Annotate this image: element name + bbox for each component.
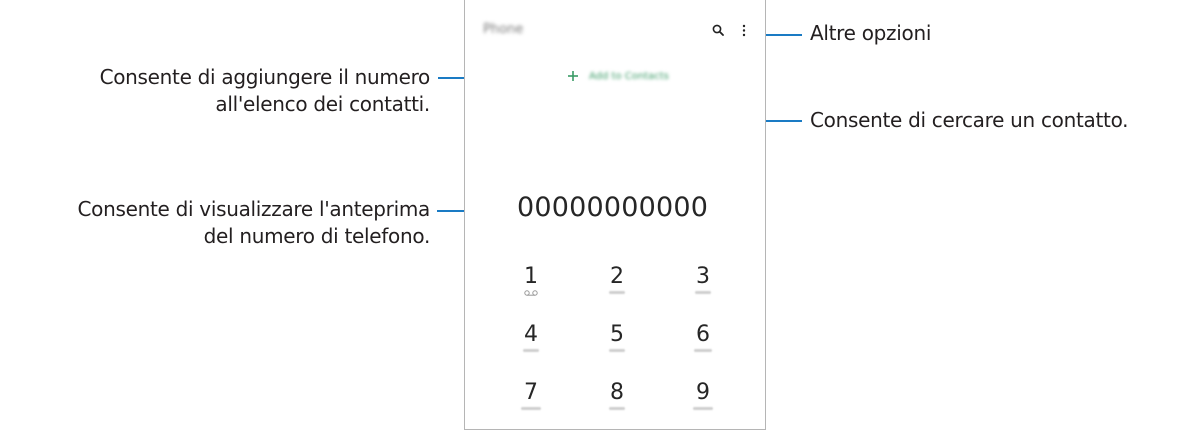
key-8[interactable]: 8 [597, 380, 637, 410]
plus-icon [568, 71, 578, 81]
app-title: Phone [483, 22, 524, 37]
key-letters [694, 349, 712, 352]
phone-number-preview: 00000000000 [517, 192, 709, 223]
key-digit: 9 [696, 380, 710, 405]
more-options-icon[interactable] [741, 24, 747, 37]
key-6[interactable]: 6 [683, 322, 723, 352]
key-2[interactable]: 2 [597, 264, 637, 294]
key-3[interactable]: 3 [683, 264, 723, 294]
add-to-contacts-button[interactable]: Add to Contacts [567, 66, 669, 86]
callout-preview-line2: del numero di telefono. [203, 224, 431, 248]
key-4[interactable]: 4 [511, 322, 551, 352]
key-digit: 8 [610, 380, 624, 405]
key-7[interactable]: 7 [511, 380, 551, 410]
search-icon[interactable] [712, 24, 724, 36]
key-digit: 7 [524, 380, 538, 405]
voicemail-icon [524, 290, 538, 296]
key-9[interactable]: 9 [683, 380, 723, 410]
callout-number-preview: Consente di visualizzare l'anteprima del… [78, 196, 431, 250]
callout-preview-line1: Consente di visualizzare l'anteprima [77, 197, 431, 221]
key-letters [521, 407, 541, 410]
callout-add-number-line1: Consente di aggiungere il numero [99, 65, 431, 89]
key-digit: 4 [524, 322, 538, 347]
key-letters [609, 349, 625, 352]
key-digit: 1 [524, 264, 538, 289]
key-digit: 6 [696, 322, 710, 347]
add-to-contacts-label: Add to Contacts [589, 70, 669, 82]
key-1[interactable]: 1 [511, 264, 551, 296]
key-5[interactable]: 5 [597, 322, 637, 352]
key-letters [609, 407, 625, 410]
key-digit: 3 [696, 264, 710, 289]
key-letters [609, 291, 625, 294]
callout-add-number: Consente di aggiungere il numero all'ele… [99, 64, 431, 118]
key-letters [693, 407, 713, 410]
key-letters [695, 291, 711, 294]
key-letters [523, 349, 539, 352]
callout-add-number-line2: all'elenco dei contatti. [215, 92, 430, 116]
phone-screen: Phone Add to Contacts 00000000000 1 2 3 [464, 0, 766, 430]
key-digit: 5 [610, 322, 624, 347]
callout-more-options: Altre opzioni [810, 21, 932, 45]
callout-search-contact: Consente di cercare un contatto. [810, 108, 1129, 132]
key-digit: 2 [610, 264, 624, 289]
